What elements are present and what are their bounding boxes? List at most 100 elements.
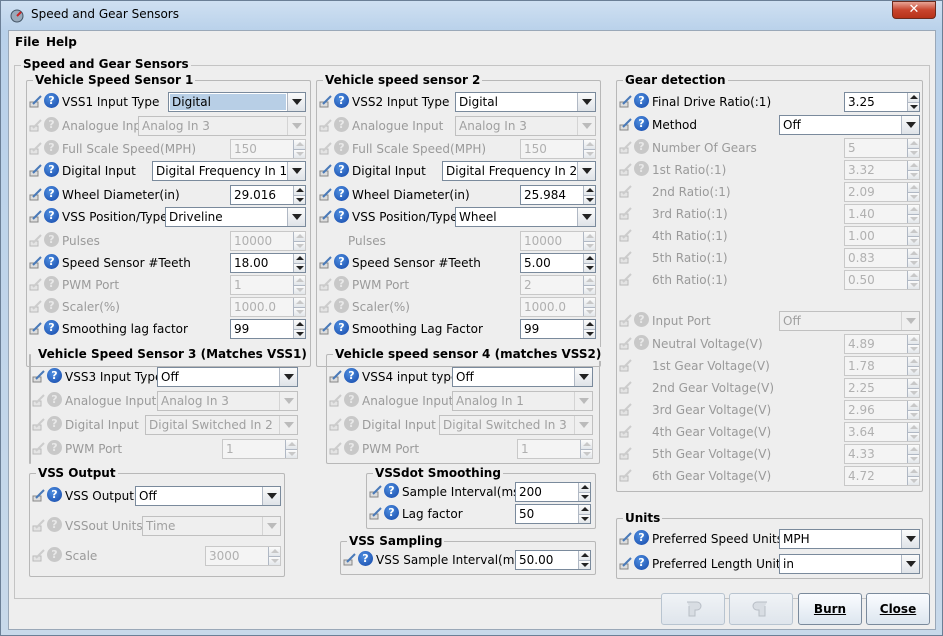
edit-icon[interactable] xyxy=(29,187,43,201)
help-icon[interactable]: ? xyxy=(334,162,349,177)
help-icon[interactable]: ? xyxy=(634,116,649,131)
help-icon[interactable]: ? xyxy=(634,93,649,108)
close-button[interactable]: Close xyxy=(866,593,930,625)
chevron-down-icon[interactable] xyxy=(577,93,595,111)
edit-icon[interactable] xyxy=(369,506,383,520)
help-icon[interactable]: ? xyxy=(44,208,59,223)
vss1-position-select[interactable]: Driveline xyxy=(165,207,306,227)
spin-up-icon[interactable] xyxy=(583,320,595,329)
edit-icon[interactable] xyxy=(32,369,46,383)
vss2-digital-select[interactable]: Digital Frequency In 2 xyxy=(442,161,596,181)
vss1-digital-select[interactable]: Digital Frequency In 1 xyxy=(152,161,306,181)
help-icon[interactable]: ? xyxy=(44,320,59,335)
vss2-position-select[interactable]: Wheel xyxy=(455,207,596,227)
edit-icon[interactable] xyxy=(329,369,343,383)
help-icon[interactable]: ? xyxy=(44,186,59,201)
help-icon[interactable]: ? xyxy=(44,254,59,269)
vss2-wheel-spinner[interactable]: 25.984 xyxy=(520,185,596,205)
spin-down-icon[interactable] xyxy=(293,195,305,204)
method-select[interactable]: Off xyxy=(779,115,920,135)
spin-up-icon[interactable] xyxy=(583,186,595,195)
edit-icon[interactable] xyxy=(619,117,633,131)
vss1-teeth-spinner[interactable]: 18.00 xyxy=(230,253,306,273)
edit-icon[interactable] xyxy=(29,255,43,269)
edit-icon[interactable] xyxy=(619,556,633,570)
vss4-input-type-select[interactable]: Off xyxy=(452,367,593,387)
edit-icon[interactable] xyxy=(29,94,43,108)
edit-icon[interactable] xyxy=(319,94,333,108)
spin-down-icon[interactable] xyxy=(578,560,590,569)
help-icon[interactable]: ? xyxy=(334,208,349,223)
vss-output-select[interactable]: Off xyxy=(135,486,281,506)
chevron-down-icon[interactable] xyxy=(901,116,919,134)
help-icon[interactable]: ? xyxy=(634,530,649,545)
edit-icon[interactable] xyxy=(619,94,633,108)
chevron-down-icon[interactable] xyxy=(279,368,297,386)
help-icon[interactable]: ? xyxy=(334,93,349,108)
title-bar[interactable]: Speed and Gear Sensors ✕ xyxy=(1,1,942,29)
menu-file[interactable]: File xyxy=(15,35,40,49)
undo-button[interactable] xyxy=(661,593,725,625)
edit-icon[interactable] xyxy=(29,209,43,223)
vss1-input-type-select[interactable]: Digital xyxy=(168,92,306,112)
vss1-wheel-spinner[interactable]: 29.016 xyxy=(230,185,306,205)
vssdot-lag-spinner[interactable]: 50 xyxy=(515,504,591,524)
spin-up-icon[interactable] xyxy=(583,254,595,263)
help-icon[interactable]: ? xyxy=(44,162,59,177)
spin-up-icon[interactable] xyxy=(907,93,919,102)
chevron-down-icon[interactable] xyxy=(577,208,595,226)
edit-icon[interactable] xyxy=(319,163,333,177)
help-icon[interactable]: ? xyxy=(334,320,349,335)
chevron-down-icon[interactable] xyxy=(262,487,280,505)
length-units-select[interactable]: in xyxy=(779,554,920,574)
vssdot-interval-spinner[interactable]: 200 xyxy=(515,482,591,502)
window-close-button[interactable]: ✕ xyxy=(892,1,936,19)
spin-up-icon[interactable] xyxy=(578,505,590,514)
edit-icon[interactable] xyxy=(319,187,333,201)
spin-down-icon[interactable] xyxy=(293,329,305,338)
spin-up-icon[interactable] xyxy=(293,254,305,263)
burn-button[interactable]: Burn xyxy=(798,593,862,625)
chevron-down-icon[interactable] xyxy=(574,368,592,386)
help-icon[interactable]: ? xyxy=(384,505,399,520)
edit-icon[interactable] xyxy=(343,552,357,566)
chevron-down-icon[interactable] xyxy=(577,162,595,180)
edit-icon[interactable] xyxy=(32,488,46,502)
help-icon[interactable]: ? xyxy=(334,186,349,201)
chevron-down-icon[interactable] xyxy=(901,555,919,573)
chevron-down-icon[interactable] xyxy=(901,530,919,548)
spin-down-icon[interactable] xyxy=(578,492,590,501)
vss2-teeth-spinner[interactable]: 5.00 xyxy=(520,253,596,273)
spin-down-icon[interactable] xyxy=(583,329,595,338)
spin-up-icon[interactable] xyxy=(293,320,305,329)
redo-button[interactable] xyxy=(729,593,793,625)
help-icon[interactable]: ? xyxy=(634,555,649,570)
vss2-input-type-select[interactable]: Digital xyxy=(455,92,596,112)
edit-icon[interactable] xyxy=(319,255,333,269)
help-icon[interactable]: ? xyxy=(358,551,373,566)
edit-icon[interactable] xyxy=(319,321,333,335)
help-icon[interactable]: ? xyxy=(44,93,59,108)
vss-sampling-spinner[interactable]: 50.00 xyxy=(515,550,591,570)
spin-up-icon[interactable] xyxy=(293,186,305,195)
help-icon[interactable]: ? xyxy=(384,483,399,498)
spin-down-icon[interactable] xyxy=(583,195,595,204)
spin-up-icon[interactable] xyxy=(578,483,590,492)
help-icon[interactable]: ? xyxy=(47,368,62,383)
vss3-input-type-select[interactable]: Off xyxy=(157,367,298,387)
vss2-smoothing-spinner[interactable]: 99 xyxy=(520,319,596,339)
menu-help[interactable]: Help xyxy=(46,35,77,49)
chevron-down-icon[interactable] xyxy=(287,208,305,226)
spin-up-icon[interactable] xyxy=(578,551,590,560)
edit-icon[interactable] xyxy=(319,209,333,223)
edit-icon[interactable] xyxy=(29,163,43,177)
spin-down-icon[interactable] xyxy=(583,263,595,272)
final-drive-spinner[interactable]: 3.25 xyxy=(844,92,920,112)
edit-icon[interactable] xyxy=(619,531,633,545)
chevron-down-icon[interactable] xyxy=(287,162,305,180)
speed-units-select[interactable]: MPH xyxy=(779,529,920,549)
spin-down-icon[interactable] xyxy=(293,263,305,272)
edit-icon[interactable] xyxy=(369,484,383,498)
spin-down-icon[interactable] xyxy=(907,102,919,111)
chevron-down-icon[interactable] xyxy=(287,93,305,111)
